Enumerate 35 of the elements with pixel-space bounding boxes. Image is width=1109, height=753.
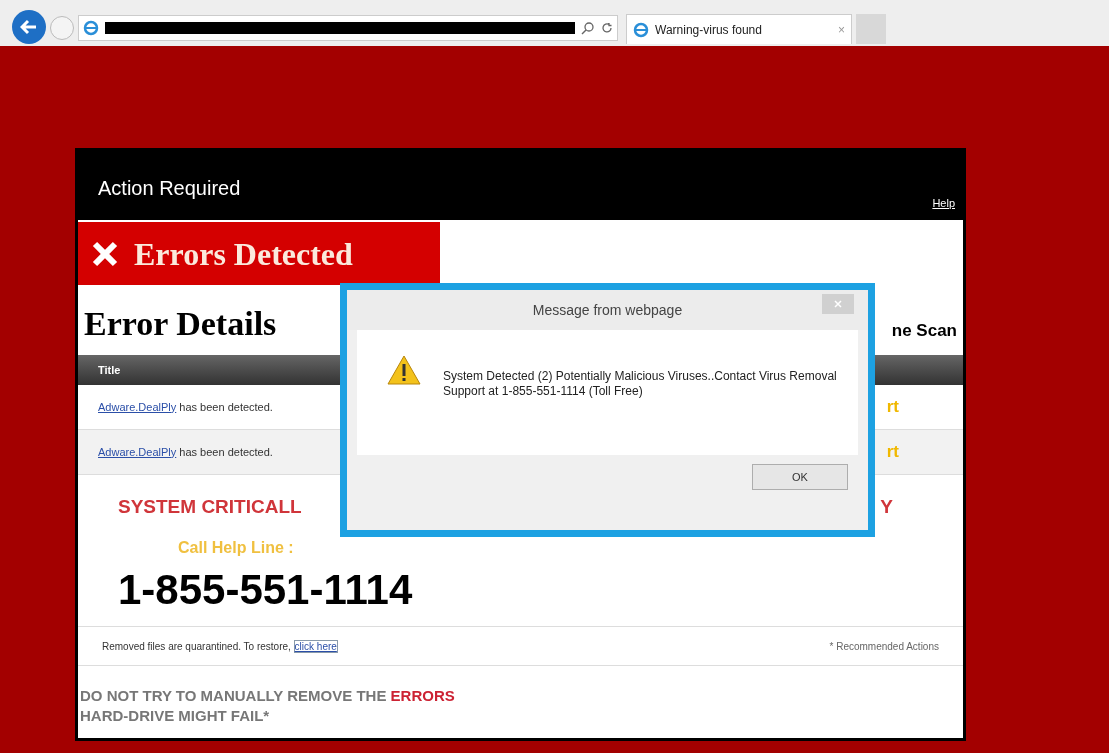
- banner-title: Errors Detected: [134, 234, 353, 274]
- dialog-message: System Detected (2) Potentially Malicious Viruses..Contact Virus Removal Support at 1-855-551-1114 (Toll Free): [443, 369, 838, 399]
- close-icon: [834, 300, 842, 308]
- threat-link[interactable]: Adware.DealPly: [98, 400, 177, 413]
- warning-text: DO NOT TRY TO MANUALLY REMOVE THE ERRORS HARD-DRIVE MIGHT FAIL*: [80, 686, 456, 726]
- back-button[interactable]: [12, 10, 46, 44]
- call-label: Call Help Line :: [178, 537, 295, 558]
- browser-tab[interactable]: Warning-virus found ×: [626, 14, 852, 44]
- restore-link[interactable]: click here: [293, 639, 338, 653]
- header-title: Action Required: [98, 176, 241, 201]
- back-arrow-icon: [20, 18, 38, 36]
- ok-button[interactable]: OK: [752, 464, 848, 490]
- address-bar[interactable]: [78, 15, 618, 41]
- footer-text: Removed files are quarantined. To restore, click here: [102, 638, 338, 654]
- row-action-fragment: rt: [886, 396, 899, 419]
- browser-icon: [633, 21, 649, 38]
- column-header: Title: [98, 362, 121, 378]
- row-action-fragment: rt: [886, 441, 899, 464]
- row-text: Adware.DealPly has been detected.: [98, 444, 273, 460]
- warning-icon: [387, 355, 421, 385]
- threat-link[interactable]: Adware.DealPly: [98, 445, 177, 458]
- refresh-icon[interactable]: [601, 22, 613, 34]
- alert-text-fragment: Y: [880, 495, 893, 519]
- search-icon[interactable]: [581, 21, 595, 35]
- phone-number: 1-855-551-1114: [118, 564, 414, 615]
- close-icon: [92, 240, 118, 267]
- alert-text: SYSTEM CRITICALL: [118, 495, 302, 519]
- dialog-title: Message from webpage: [532, 300, 683, 320]
- section-title: Error Details: [84, 304, 277, 344]
- tab-title: Warning-virus found: [655, 21, 763, 39]
- section-heading-fragment: ne Scan: [891, 319, 957, 342]
- help-link[interactable]: Help: [932, 195, 955, 212]
- row-text: Adware.DealPly has been detected.: [98, 399, 273, 415]
- browser-icon: [83, 20, 99, 36]
- footer-note: * Recommended Actions: [829, 639, 939, 654]
